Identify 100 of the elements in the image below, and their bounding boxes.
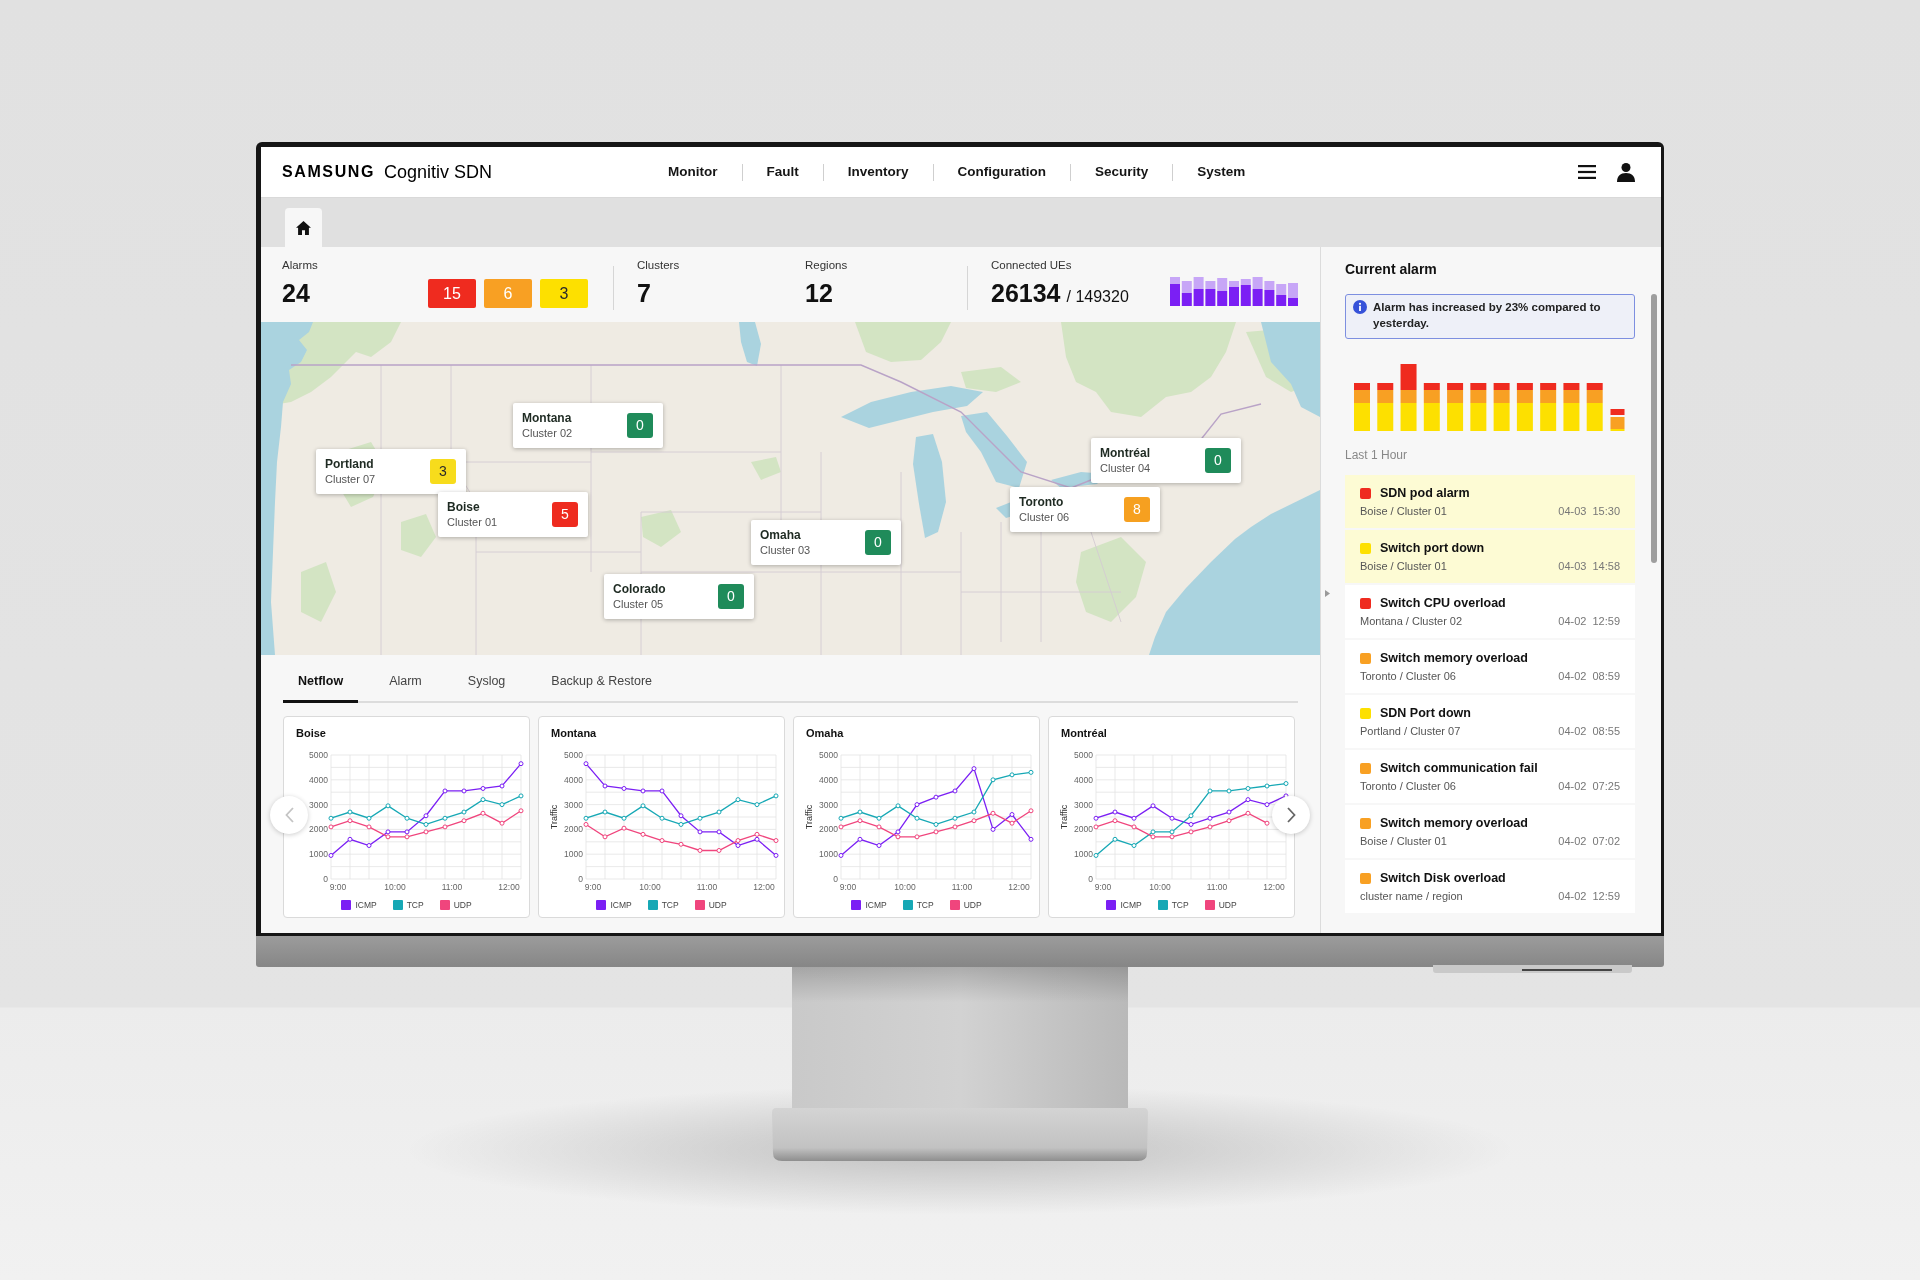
alarm-time: 04-02 07:02	[1558, 834, 1620, 848]
map-marker-card[interactable]: Colorado Cluster 05 0	[604, 574, 754, 619]
data-point	[838, 852, 844, 858]
data-point	[857, 809, 863, 815]
alarm-title: Switch communication fail	[1380, 760, 1538, 776]
brand-logo: SAMSUNG	[282, 164, 375, 180]
marker-name: Portland	[325, 457, 374, 472]
map-marker-card[interactable]: Portland Cluster 07 3	[316, 449, 466, 494]
marker-cluster: Cluster 06	[1019, 510, 1070, 524]
marker-cluster: Cluster 01	[447, 515, 498, 529]
data-point	[404, 815, 410, 821]
data-point	[602, 809, 608, 815]
data-point	[838, 815, 844, 821]
alarm-title: Switch memory overload	[1380, 815, 1528, 831]
alarm-title: Switch memory overload	[1380, 650, 1528, 666]
caret-icon[interactable]	[1325, 590, 1330, 597]
data-point	[933, 794, 939, 800]
alarm-list-item[interactable]: SDN Port down Portland / Cluster 07 04-02 08:55	[1345, 695, 1635, 748]
alarm-time: 04-03 15:30	[1558, 504, 1620, 518]
data-point	[423, 813, 429, 819]
info-message: Alarm has increased by 23% compared to yesterday.	[1373, 300, 1602, 331]
tab[interactable]: Syslog	[452, 665, 521, 703]
tab[interactable]: Netflow	[283, 665, 359, 703]
data-point	[499, 820, 505, 826]
alarm-location: cluster name / region	[1360, 889, 1463, 903]
stat-label: Clusters	[637, 258, 680, 272]
data-point	[461, 809, 467, 815]
data-point	[1188, 813, 1194, 819]
tab[interactable]: Backup & Restore	[536, 665, 668, 703]
data-point	[423, 821, 429, 827]
stat-value: 24	[282, 278, 310, 308]
alarm-count-badge: 3	[430, 459, 456, 484]
data-point	[716, 829, 722, 835]
data-point	[990, 826, 996, 832]
data-point	[1264, 820, 1270, 826]
map-marker-card[interactable]: Toronto Cluster 06 8	[1010, 487, 1160, 532]
nav-link[interactable]: Inventory	[823, 163, 933, 181]
map-marker-card[interactable]: Montréal Cluster 04 0	[1091, 438, 1241, 483]
next-button[interactable]	[1272, 796, 1310, 834]
menu-icon[interactable]	[1578, 165, 1596, 179]
stat-label: Alarms	[282, 258, 318, 272]
marker-name: Montréal	[1100, 446, 1150, 461]
stat-value: 26134	[991, 278, 1061, 308]
alarm-list-item[interactable]: Switch Disk overload cluster name / region 04-02 12:59	[1345, 860, 1635, 913]
scrollbar[interactable]	[1651, 294, 1657, 563]
marker-cluster: Cluster 07	[325, 472, 376, 486]
stat-value: 7	[637, 278, 651, 308]
alarm-count-badge: 0	[718, 584, 744, 609]
nav-link[interactable]: Security	[1071, 163, 1173, 181]
axis-tick-label: 12:00	[498, 882, 520, 892]
data-point	[1112, 818, 1118, 824]
data-point	[347, 809, 353, 815]
axis-tick-label: 1000	[1074, 849, 1093, 860]
data-point	[914, 834, 920, 840]
nav-link[interactable]: Configuration	[933, 163, 1070, 181]
nav-link[interactable]: Monitor	[644, 163, 742, 181]
alarm-time: 04-02 12:59	[1558, 614, 1620, 628]
marker-cluster: Cluster 05	[613, 597, 664, 611]
alarm-count-badge: 8	[1124, 497, 1150, 522]
data-point	[697, 829, 703, 835]
data-point	[1245, 786, 1251, 791]
alarm-count-badge[interactable]: 3	[540, 279, 588, 308]
home-tab[interactable]	[285, 208, 322, 247]
marker-name: Omaha	[760, 528, 801, 543]
data-point	[480, 797, 486, 803]
user-icon[interactable]	[1617, 162, 1635, 182]
nav-link[interactable]: Fault	[742, 163, 823, 181]
alarm-time: 04-02 08:59	[1558, 669, 1620, 683]
data-point	[1169, 815, 1175, 821]
axis-tick-label: 5000	[1074, 750, 1093, 760]
axis-tick-label: 5000	[564, 750, 583, 760]
alarm-count-badge[interactable]: 15	[428, 279, 476, 308]
alarm-list-item[interactable]: Switch CPU overload Montana / Cluster 02 04-02 12:59	[1345, 585, 1635, 638]
data-point	[1283, 781, 1289, 786]
alarm-list-item[interactable]: Switch memory overload Boise / Cluster 01 04-02 07:02	[1345, 805, 1635, 858]
alarm-list-item[interactable]: SDN pod alarm Boise / Cluster 01 04-03 15:30	[1345, 475, 1635, 528]
alarm-list-item[interactable]: Switch communication fail Toronto / Cluster 06 04-02 07:25	[1345, 750, 1635, 803]
map-marker-card[interactable]: Boise Cluster 01 5	[438, 492, 588, 537]
data-point	[480, 810, 486, 816]
axis-tick-label: 4000	[564, 774, 583, 785]
axis-tick-label: 1000	[819, 849, 838, 860]
panel-title: Current alarm	[1345, 260, 1437, 278]
alarm-list-item[interactable]: Switch port down Boise / Cluster 01 04-03 14:58	[1345, 530, 1635, 583]
tab[interactable]: Alarm	[374, 665, 437, 703]
data-point	[442, 815, 448, 821]
nav-link[interactable]: System	[1173, 163, 1270, 181]
map-marker-card[interactable]: Montana Cluster 02 0	[513, 403, 663, 448]
data-point	[347, 818, 353, 824]
axis-tick-label: 9:00	[839, 882, 857, 892]
alarm-list-item[interactable]: Switch memory overload Toronto / Cluster 06 04-02 08:59	[1345, 640, 1635, 693]
map-marker-card[interactable]: Omaha Cluster 03 0	[751, 520, 901, 565]
axis-tick-label: 10:00	[384, 882, 406, 892]
data-point	[1226, 788, 1232, 794]
data-point	[461, 818, 467, 824]
axis-tick-label: 9:00	[329, 882, 347, 892]
axis-tick-label: 4000	[1074, 774, 1093, 785]
data-point	[754, 802, 760, 808]
data-point	[1207, 815, 1213, 821]
data-point	[640, 788, 646, 794]
data-point	[480, 786, 486, 791]
